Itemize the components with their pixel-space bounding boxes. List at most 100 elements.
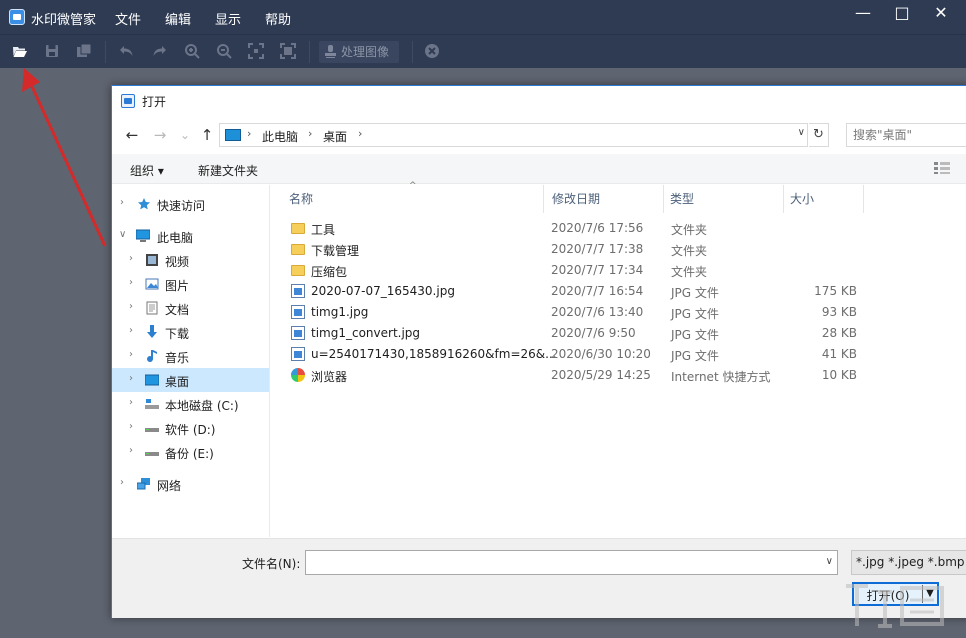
column-header-type[interactable]: 类型 [664,185,784,213]
forward-arrow-icon[interactable]: → [150,125,170,145]
folder-icon [291,244,305,255]
column-header-date[interactable]: 修改日期 [544,185,664,213]
app-title: 水印微管家 [31,13,97,28]
file-list: 名称 修改日期 类型 大小 工具 2020/7/6 17:56 文件夹 下载管理… [271,185,966,537]
nav-this-pc[interactable]: ∨ 此电脑 [112,224,269,248]
document-icon [146,301,158,315]
nav-desktop[interactable]: › 桌面 [112,368,269,392]
browser-shortcut-icon [291,368,305,382]
view-options-icon[interactable] [934,162,950,174]
command-bar: 组织 ▾ 新建文件夹 [112,154,966,184]
undo-icon[interactable] [119,43,135,59]
filename-label: 文件名(N): [242,557,301,571]
redo-icon[interactable] [151,43,167,59]
maximize-button[interactable]: □ [885,0,919,30]
music-icon [147,350,157,363]
chevron-down-icon[interactable]: ∨ [798,127,805,138]
process-image-button[interactable]: 处理图像 [319,41,399,63]
file-type-filter[interactable]: *.jpg *.jpeg *.bmp * [851,550,966,575]
folder-icon [291,223,305,234]
toolbar-separator [412,41,413,63]
file-row[interactable]: 压缩包 2020/7/7 17:34 文件夹 [271,260,966,281]
nav-drive-e[interactable]: › 备份 (E:) [112,440,269,464]
jpg-file-icon [291,284,305,298]
file-row[interactable]: 2020-07-07_165430.jpg 2020/7/7 16:54 JPG… [271,281,966,302]
jpg-file-icon [291,347,305,361]
drive-c-icon [145,399,159,409]
nav-drive-d[interactable]: › 软件 (D:) [112,416,269,440]
menu-file[interactable]: 文件 [115,9,141,28]
video-icon [146,254,158,266]
address-bar[interactable]: › 此电脑 › 桌面 › ∨ [219,123,808,147]
star-icon [138,198,150,210]
watermark-logo-icon [846,584,944,628]
menu-edit[interactable]: 编辑 [165,9,191,28]
nav-downloads[interactable]: › 下载 [112,320,269,344]
dialog-app-icon [121,94,135,108]
stop-icon[interactable] [424,43,440,59]
column-header-name[interactable]: 名称 [271,185,544,213]
breadcrumb-separator: › [247,127,252,140]
jpg-file-icon [291,326,305,340]
sort-indicator-icon: ^ [409,181,417,191]
new-folder-button[interactable]: 新建文件夹 [198,162,258,179]
jpg-file-icon [291,305,305,319]
breadcrumb-separator: › [358,127,363,140]
chevron-down-icon[interactable]: ∨ [826,556,833,567]
search-input[interactable]: 搜索"桌面" [846,123,966,147]
nav-pictures[interactable]: › 图片 [112,272,269,296]
nav-drive-c[interactable]: › 本地磁盘 (C:) [112,392,269,416]
address-row: ← → ⌄ ↑ › 此电脑 › 桌面 › ∨ ↻ 搜索"桌面" [112,120,966,150]
zoom-out-icon[interactable] [216,43,232,59]
app-toolbar: 处理图像 [0,34,966,68]
back-arrow-icon[interactable]: ← [122,125,142,145]
file-row[interactable]: 浏览器 2020/5/29 14:25 Internet 快捷方式 10 KB [271,365,966,386]
column-header-size[interactable]: 大小 [784,185,864,213]
breadcrumb-separator: › [308,127,313,140]
navigation-pane: › 快速访问 ∨ 此电脑 › 视频 › 图片 › 文档 › 下载 › 音乐 › … [112,185,270,537]
network-icon [137,478,150,490]
filename-input[interactable]: ∨ [305,550,838,575]
breadcrumb-this-pc[interactable]: 此电脑 [262,128,298,145]
save-all-icon[interactable] [76,43,92,59]
fit-icon[interactable] [248,43,264,59]
file-row[interactable]: 工具 2020/7/6 17:56 文件夹 [271,218,966,239]
annotation-arrow-icon [22,68,107,247]
refresh-button[interactable]: ↻ [809,123,829,147]
drive-icon [145,428,159,432]
process-image-label: 处理图像 [341,45,390,59]
app-logo-icon [9,9,25,25]
stamp-icon [325,45,336,58]
up-arrow-icon[interactable]: ↑ [197,125,217,145]
open-folder-icon[interactable] [12,43,28,59]
desktop-icon [145,374,159,386]
file-row[interactable]: 下载管理 2020/7/7 17:38 文件夹 [271,239,966,260]
actual-size-icon[interactable] [280,43,296,59]
menu-help[interactable]: 帮助 [265,9,291,28]
recent-locations-icon[interactable]: ⌄ [175,125,195,145]
file-row[interactable]: timg1.jpg 2020/7/6 13:40 JPG 文件 93 KB [271,302,966,323]
organize-button[interactable]: 组织 ▾ [130,162,164,179]
breadcrumb-desktop[interactable]: 桌面 [323,128,347,145]
folder-icon [291,265,305,276]
menu-view[interactable]: 显示 [215,9,241,28]
nav-music[interactable]: › 音乐 [112,344,269,368]
nav-quick-access[interactable]: › 快速访问 [112,192,269,216]
close-button[interactable]: ✕ [924,0,958,30]
download-icon [147,325,157,338]
app-titlebar: 水印微管家 文件 编辑 显示 帮助 — □ ✕ [0,0,966,34]
file-row[interactable]: timg1_convert.jpg 2020/7/6 9:50 JPG 文件 2… [271,323,966,344]
computer-icon [136,229,150,242]
picture-icon [145,278,159,290]
dialog-title: 打开 [142,95,167,109]
drive-icon [145,452,159,456]
computer-icon [225,129,241,141]
save-icon[interactable] [44,43,60,59]
file-row[interactable]: u=2540171430,1858916260&fm=26&... 2020/6… [271,344,966,365]
minimize-button[interactable]: — [846,0,880,30]
nav-network[interactable]: › 网络 [112,472,269,496]
nav-videos[interactable]: › 视频 [112,248,269,272]
nav-documents[interactable]: › 文档 [112,296,269,320]
toolbar-separator [309,41,310,63]
zoom-in-icon[interactable] [184,43,200,59]
